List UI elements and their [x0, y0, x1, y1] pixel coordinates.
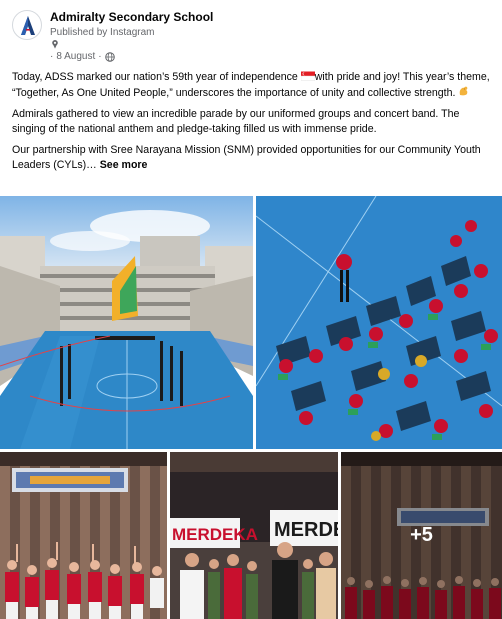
- flag-emoji-icon: [300, 71, 315, 81]
- post-card: Admiralty Secondary School Published by …: [0, 0, 502, 619]
- published-by-label: Published by Instagram: [50, 27, 155, 38]
- parade-court-image: [0, 196, 253, 449]
- more-photos-overlay[interactable]: +5: [341, 452, 502, 619]
- meta-separator: ·: [98, 51, 102, 62]
- more-photos-count: +5: [410, 524, 433, 546]
- merdeka-banner-text-2: MERDE: [274, 519, 338, 541]
- photo-merdeka-banner[interactable]: MERDEKA MERDE: [170, 452, 338, 619]
- paragraph-text: Our partnership with Sree Narayana Missi…: [12, 144, 481, 171]
- merdeka-banner-image: MERDEKA MERDE: [170, 452, 338, 619]
- photo-parade-court[interactable]: [0, 196, 253, 449]
- paragraph-text: Today, ADSS marked our nation’s 59th yea…: [12, 71, 301, 83]
- see-more-link[interactable]: See more: [100, 159, 148, 171]
- post-paragraph-2: Admirals gathered to view an incredible …: [12, 108, 460, 135]
- page-avatar[interactable]: [12, 10, 42, 40]
- meta-separator: ·: [50, 51, 54, 62]
- globe-icon: [104, 51, 115, 62]
- students-stage-image: [0, 452, 167, 619]
- post-paragraph-1: Today, ADSS marked our nation’s 59th yea…: [12, 70, 494, 101]
- concert-band-image: [256, 196, 502, 449]
- school-logo-icon: [21, 16, 35, 35]
- post-message: Today, ADSS marked our nation’s 59th yea…: [12, 70, 494, 179]
- post-meta: · 8 August ·: [50, 51, 115, 62]
- merdeka-banner-text: MERDEKA: [172, 525, 258, 544]
- flexed-arm-emoji-icon: [460, 86, 468, 96]
- page-name-link[interactable]: Admiralty Secondary School: [50, 10, 213, 24]
- post-paragraph-3: Our partnership with Sree Narayana Missi…: [12, 143, 494, 173]
- photo-students-stage[interactable]: [0, 452, 167, 619]
- pin-icon: [52, 40, 58, 49]
- post-date-link[interactable]: 8 August: [56, 51, 95, 62]
- photo-more[interactable]: +5: [341, 452, 502, 619]
- photo-concert-band[interactable]: [256, 196, 502, 449]
